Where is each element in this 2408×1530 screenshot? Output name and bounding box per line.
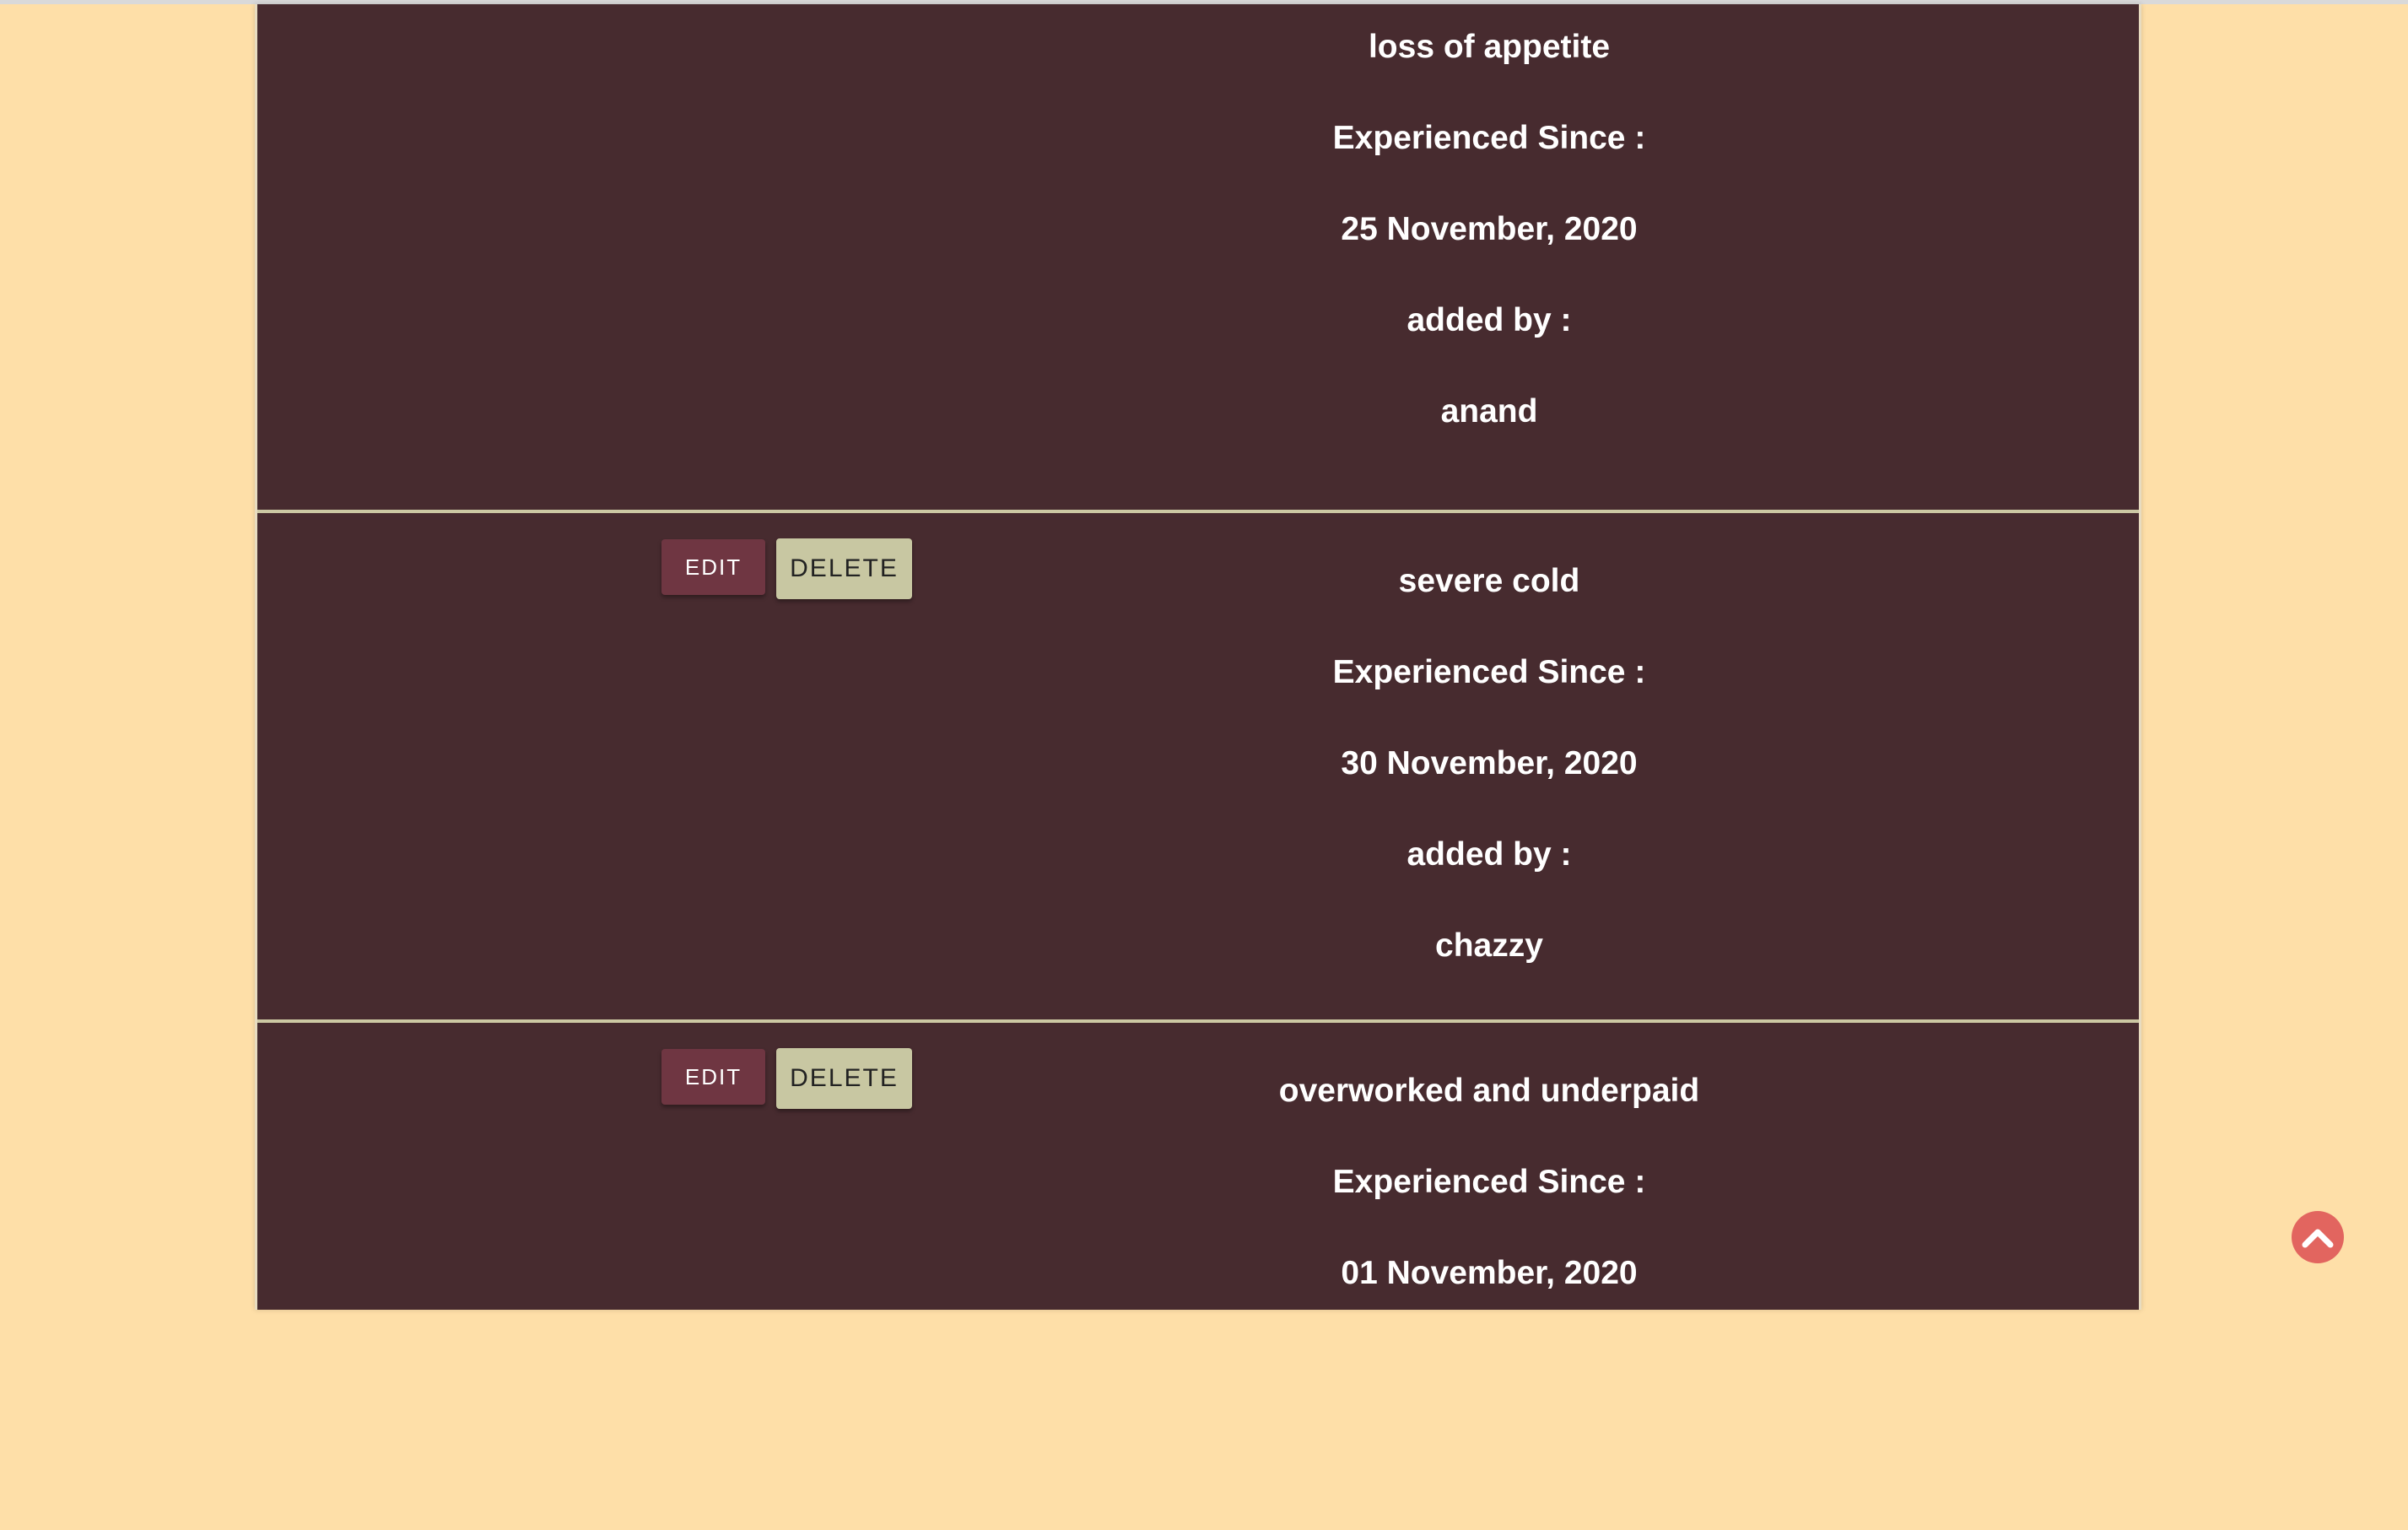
- symptom-name: overworked and underpaid: [1278, 1073, 1700, 1109]
- since-label: Experienced Since :: [1332, 654, 1646, 690]
- edit-button[interactable]: EDIT: [661, 539, 765, 595]
- chevron-up-icon: [2302, 1229, 2334, 1248]
- symptoms-panel: loss of appetite Experienced Since : 25 …: [255, 4, 2141, 1310]
- symptom-card: EDIT DELETE overworked and underpaid Exp…: [257, 1023, 2139, 1530]
- since-date: 25 November, 2020: [1341, 211, 1638, 247]
- added-by-label: added by :: [1406, 302, 1572, 338]
- symptom-info: severe cold Experienced Since : 30 Novem…: [1152, 536, 1827, 992]
- added-by-label: added by :: [1406, 836, 1572, 873]
- symptom-name: severe cold: [1398, 563, 1580, 599]
- since-label: Experienced Since :: [1332, 120, 1646, 156]
- symptom-card: EDIT DELETE severe cold Experienced Sinc…: [257, 513, 2139, 1020]
- since-label: Experienced Since :: [1332, 1164, 1646, 1200]
- delete-button[interactable]: DELETE: [776, 1048, 912, 1109]
- edit-button[interactable]: EDIT: [661, 1049, 765, 1105]
- scroll-to-top-button[interactable]: [2292, 1211, 2344, 1263]
- symptom-info: loss of appetite Experienced Since : 25 …: [1152, 0, 1827, 457]
- symptom-info: overworked and underpaid Experienced Sin…: [1152, 1046, 1827, 1319]
- symptom-name: loss of appetite: [1368, 29, 1611, 65]
- since-date: 01 November, 2020: [1341, 1255, 1638, 1291]
- since-date: 30 November, 2020: [1341, 745, 1638, 781]
- added-by-user: anand: [1440, 393, 1538, 430]
- symptom-card: loss of appetite Experienced Since : 25 …: [257, 0, 2139, 430]
- delete-button[interactable]: DELETE: [776, 538, 912, 599]
- added-by-user: chazzy: [1435, 927, 1543, 964]
